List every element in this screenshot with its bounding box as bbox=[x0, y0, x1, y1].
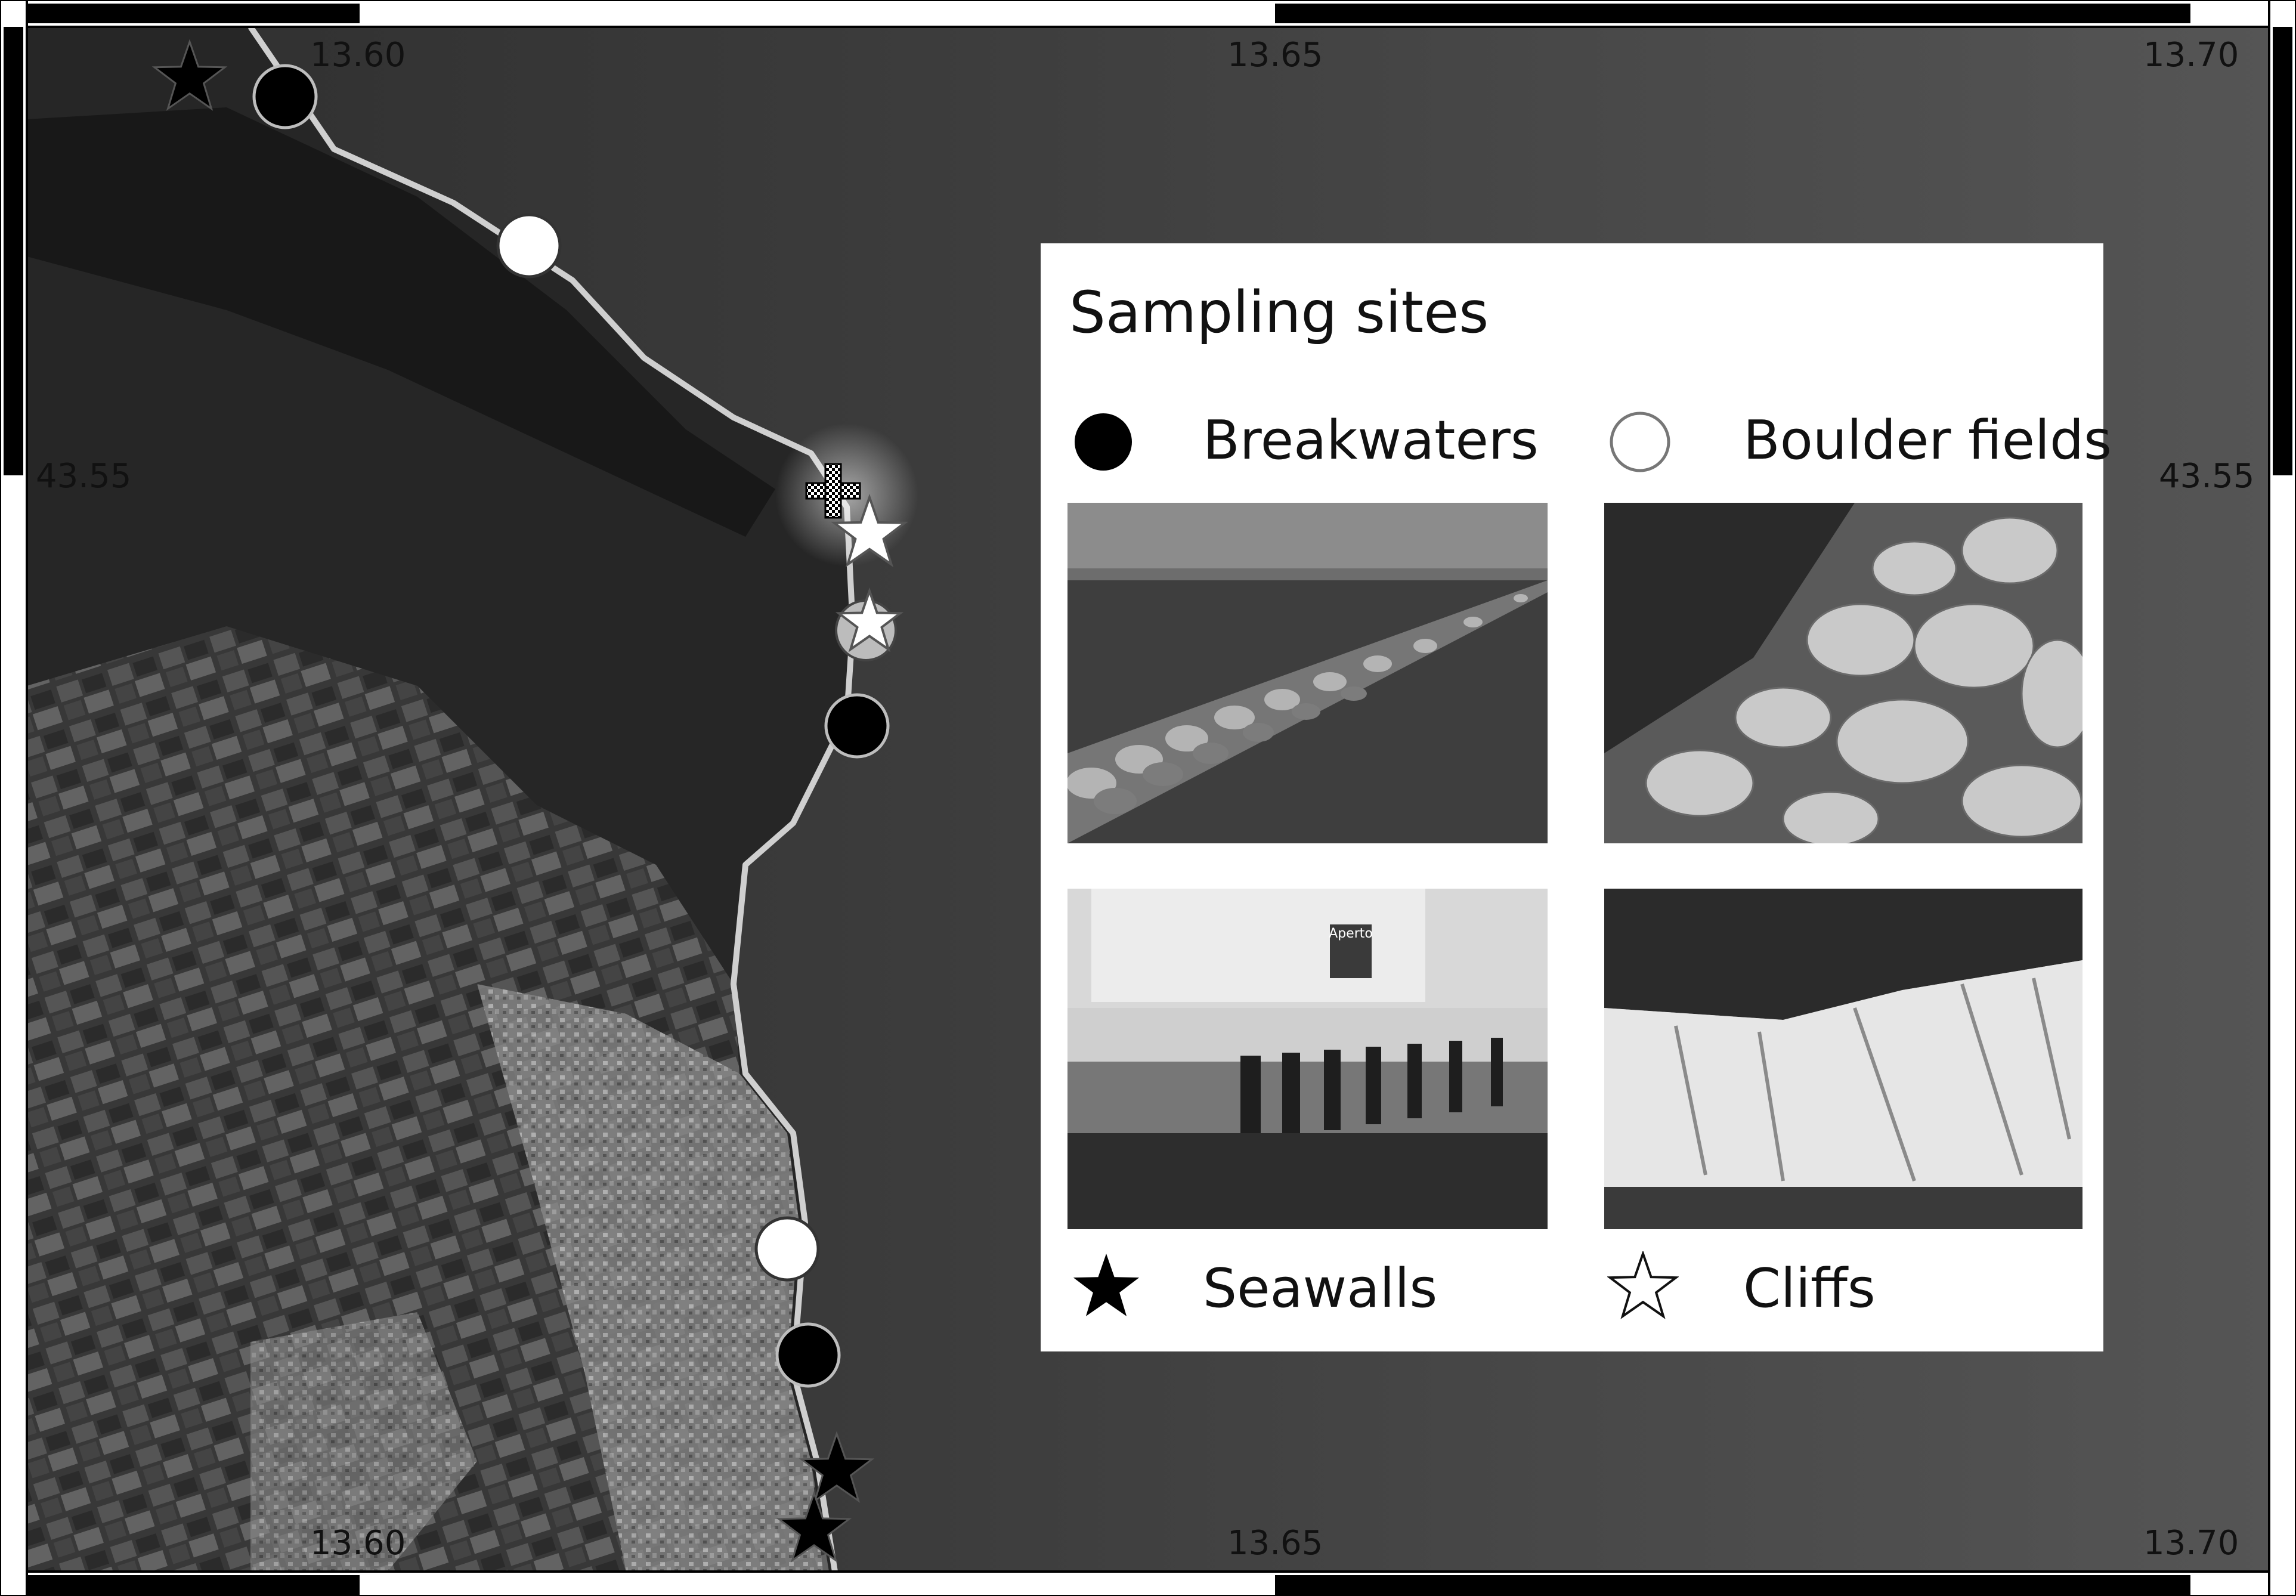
cliff-photo bbox=[1604, 889, 2083, 1229]
lon-tick-top-2: 13.65 bbox=[1227, 36, 1323, 75]
legend: Sampling sites Breakwaters Boulder field… bbox=[1041, 243, 2112, 1351]
map: 13.60 13.65 13.70 13.60 13.65 13.70 43.5… bbox=[0, 0, 2296, 1596]
seawall-photo: Aperto bbox=[1067, 889, 1548, 1229]
breakwaters-symbol bbox=[1075, 413, 1132, 471]
lon-tick-bottom-3: 13.70 bbox=[2143, 1524, 2239, 1563]
lat-tick-right: 43.55 bbox=[2159, 457, 2255, 496]
legend-title: Sampling sites bbox=[1069, 279, 1489, 346]
lon-tick-top-3: 13.70 bbox=[2143, 36, 2239, 75]
legend-breakwaters-label: Breakwaters bbox=[1203, 409, 1539, 472]
breakwater-photo bbox=[1067, 503, 1548, 843]
site-breakwater-1 bbox=[252, 64, 318, 129]
lon-tick-top-1: 13.60 bbox=[310, 36, 406, 75]
seawalls-symbol bbox=[1073, 1254, 1140, 1316]
site-boulder-field-3 bbox=[754, 1216, 820, 1282]
site-boulder-field-1 bbox=[496, 213, 562, 279]
lon-tick-bottom-2: 13.65 bbox=[1227, 1524, 1323, 1563]
legend-cliffs-label: Cliffs bbox=[1743, 1257, 1876, 1320]
lat-tick-left: 43.55 bbox=[36, 457, 132, 496]
cliffs-symbol bbox=[1607, 1251, 1679, 1319]
legend-seawalls-label: Seawalls bbox=[1203, 1257, 1438, 1320]
boulder-field-photo bbox=[1604, 503, 2083, 843]
boulder-fields-symbol bbox=[1610, 412, 1670, 472]
site-breakwater-2 bbox=[824, 693, 890, 759]
lon-tick-bottom-1: 13.60 bbox=[310, 1524, 406, 1563]
site-breakwater-3 bbox=[775, 1322, 841, 1388]
harbor-sign: Aperto bbox=[1329, 926, 1373, 941]
legend-boulder-fields-label: Boulder fields bbox=[1743, 409, 2112, 472]
